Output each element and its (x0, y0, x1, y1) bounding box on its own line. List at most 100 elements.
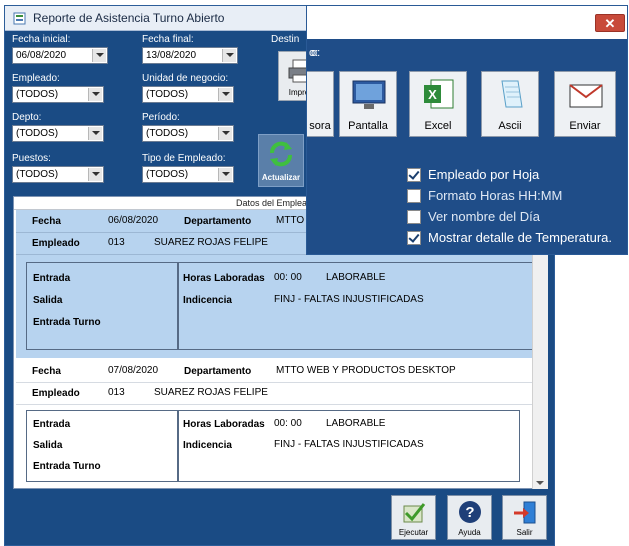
entrada-turno-label: Entrada Turno (33, 461, 101, 472)
fecha-label: Fecha (32, 216, 61, 227)
record-empleado-row: Empleado 013 SUAREZ ROJAS FELIPE (16, 382, 537, 405)
destino-label: Destin (271, 34, 300, 45)
chevron-down-icon[interactable] (88, 127, 102, 140)
scroll-down-icon[interactable] (536, 481, 544, 485)
excel-option-button[interactable]: X Excel (409, 71, 467, 137)
check-label: Empleado por Hoja (428, 167, 540, 182)
indicencia-label: Indicencia (183, 295, 232, 306)
tipo-empleado-label: Tipo de Empleado: (142, 153, 226, 164)
actualizar-button[interactable]: Actualizar (258, 134, 304, 187)
empleado-nombre: SUAREZ ROJAS FELIPE (154, 237, 268, 248)
horas-label: Horas Laboradas (183, 419, 265, 430)
indicencia-value: FINJ - FALTAS INJUSTIFICADAS (274, 439, 424, 450)
impresora-option-label: sora (309, 120, 331, 132)
check-label: Mostrar detalle de Temperatura. (428, 230, 613, 245)
chevron-down-icon[interactable] (222, 49, 236, 62)
empleado-numero: 013 (108, 237, 125, 248)
bottom-toolbar: Ejecutar ? Ayuda Salir (5, 491, 554, 545)
tipo-dia-value: LABORABLE (326, 272, 386, 283)
options-title-bar: o: ✕ (307, 6, 627, 59)
periodo-value: (TODOS) (146, 128, 189, 139)
ayuda-button[interactable]: ? Ayuda (447, 495, 492, 540)
section-header-text: Datos del Emplea (236, 198, 308, 208)
destino-fragment: o: (309, 47, 319, 59)
periodo-select[interactable]: (TODOS) (142, 125, 234, 142)
puestos-value: (TODOS) (16, 169, 59, 180)
check-label: Ver nombre del Día (428, 209, 541, 224)
checkbox[interactable] (407, 210, 421, 224)
tipo-dia-value: LABORABLE (326, 418, 386, 429)
chevron-down-icon[interactable] (218, 127, 232, 140)
checkbox[interactable] (407, 189, 421, 203)
fecha-final-value: 13/08/2020 (146, 50, 197, 61)
enviar-option-button[interactable]: Enviar (554, 71, 616, 137)
fecha-value: 07/08/2020 (108, 365, 159, 376)
ascii-option-button[interactable]: Ascii (481, 71, 539, 137)
fecha-final-label: Fecha final: (142, 34, 194, 45)
notepad-icon (501, 80, 523, 108)
empleado-label: Empleado (32, 238, 80, 249)
unidad-label: Unidad de negocio: (142, 73, 229, 84)
close-button[interactable]: ✕ (595, 14, 625, 32)
actualizar-label: Actualizar (261, 173, 301, 182)
screen-icon (352, 80, 386, 109)
svg-text:X: X (428, 87, 437, 102)
unidad-value: (TODOS) (146, 89, 189, 100)
chevron-down-icon[interactable] (88, 168, 102, 181)
indicencia-label: Indicencia (183, 440, 232, 451)
horas-box: Horas Laboradas 00: 00 LABORABLE Indicen… (178, 262, 538, 350)
record-card[interactable]: Fecha 07/08/2020 Departamento MTTO WEB Y… (16, 360, 537, 488)
entrada-box: Entrada Salida Entrada Turno (26, 410, 178, 482)
output-options-panel: o: ✕ o: sora Pantalla X Excel Ascii Envi… (306, 5, 628, 255)
enviar-option-label: Enviar (569, 120, 601, 132)
salir-button[interactable]: Salir (502, 495, 547, 540)
departamento-value: MTTO WEB Y PRODUCTOS DESKTOP (276, 365, 456, 376)
ejecutar-button[interactable]: Ejecutar (391, 495, 436, 540)
chevron-down-icon[interactable] (92, 49, 106, 62)
empleado-value: (TODOS) (16, 89, 59, 100)
departamento-label: Departamento (184, 366, 252, 377)
ascii-option-label: Ascii (498, 120, 522, 132)
depto-select[interactable]: (TODOS) (12, 125, 104, 142)
chevron-down-icon[interactable] (88, 88, 102, 101)
fecha-final-picker[interactable]: 13/08/2020 (142, 47, 238, 64)
empleado-numero: 013 (108, 387, 125, 398)
entrada-turno-label: Entrada Turno (33, 317, 101, 328)
impresora-option-button[interactable]: sora (307, 71, 334, 137)
envelope-icon (569, 84, 603, 108)
chevron-down-icon[interactable] (218, 88, 232, 101)
help-icon: ? (459, 501, 481, 523)
unidad-select[interactable]: (TODOS) (142, 86, 234, 103)
pantalla-option-button[interactable]: Pantalla (339, 71, 397, 137)
periodo-label: Período: (142, 112, 180, 123)
horas-value: 00: 00 (274, 418, 302, 429)
checkbox[interactable] (407, 168, 421, 182)
pantalla-option-label: Pantalla (348, 120, 388, 132)
depto-value: (TODOS) (16, 128, 59, 139)
fecha-inicial-label: Fecha inicial: (12, 34, 71, 45)
indicencia-value: FINJ - FALTAS INJUSTIFICADAS (274, 294, 424, 305)
empleado-nombre: SUAREZ ROJAS FELIPE (154, 387, 268, 398)
horas-box: Horas Laboradas 00: 00 LABORABLE Indicen… (178, 410, 520, 482)
excel-icon: X (424, 79, 454, 109)
fecha-value: 06/08/2020 (108, 215, 159, 226)
tipo-empleado-select[interactable]: (TODOS) (142, 166, 234, 183)
puestos-select[interactable]: (TODOS) (12, 166, 104, 183)
salida-label: Salida (33, 440, 63, 451)
checkbox[interactable] (407, 231, 421, 245)
close-icon: ✕ (604, 16, 616, 31)
excel-option-label: Excel (424, 120, 452, 132)
refresh-icon (270, 141, 292, 167)
fecha-inicial-picker[interactable]: 06/08/2020 (12, 47, 108, 64)
check-label: Formato Horas HH:MM (428, 188, 563, 203)
departamento-label: Departamento (184, 216, 252, 227)
empleado-select[interactable]: (TODOS) (12, 86, 104, 103)
salir-label: Salir (516, 528, 533, 537)
ejecutar-label: Ejecutar (398, 528, 429, 537)
svg-text:?: ? (465, 504, 474, 521)
fecha-label: Fecha (32, 366, 61, 377)
execute-check-icon (403, 503, 426, 523)
fecha-inicial-value: 06/08/2020 (16, 50, 67, 61)
salida-label: Salida (33, 295, 63, 306)
chevron-down-icon[interactable] (218, 168, 232, 181)
